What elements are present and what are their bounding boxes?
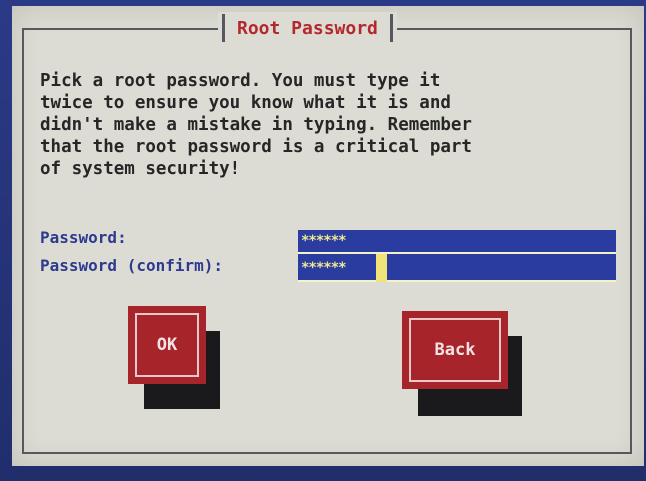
back-button-label: Back (434, 340, 476, 360)
password-field[interactable]: ****** (298, 230, 616, 252)
back-button[interactable]: Back (402, 311, 508, 389)
dialog-title: Root Password (237, 17, 378, 39)
password-confirm-masked-value: ****** (301, 260, 347, 276)
console-screen: Root Password Pick a root password. You … (0, 0, 646, 481)
text-cursor (376, 254, 387, 282)
title-right-divider (389, 14, 393, 42)
root-password-dialog: Root Password Pick a root password. You … (12, 6, 644, 466)
password-label: Password: (40, 228, 127, 247)
password-masked-value: ****** (301, 233, 347, 249)
dialog-title-bar: Root Password (218, 12, 397, 44)
instruction-text: Pick a root password. You must type it t… (40, 71, 472, 179)
ok-button[interactable]: OK (128, 306, 206, 384)
ok-button-label: OK (156, 335, 178, 355)
password-confirm-label: Password (confirm): (40, 256, 224, 275)
password-confirm-field[interactable]: ****** (298, 252, 616, 282)
